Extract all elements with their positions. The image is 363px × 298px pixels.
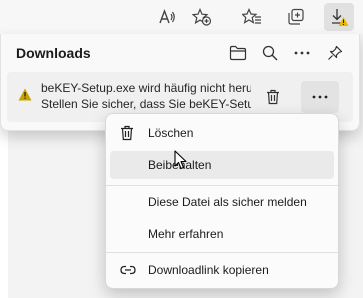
trash-icon bbox=[267, 89, 279, 105]
menu-item-learn-more[interactable]: Mehr erfahren bbox=[110, 220, 334, 248]
trash-icon bbox=[121, 125, 133, 141]
search-downloads-button[interactable] bbox=[255, 40, 285, 66]
browser-toolbar bbox=[0, 0, 363, 34]
download-item-message: beKEY-Setup.exe wird häufig nicht heru S… bbox=[41, 80, 251, 112]
add-favorite-button[interactable] bbox=[187, 3, 217, 31]
more-icon bbox=[312, 95, 328, 99]
favorites-icon bbox=[242, 8, 261, 24]
link-icon bbox=[120, 265, 136, 275]
pin-icon bbox=[328, 45, 343, 60]
folder-icon bbox=[229, 45, 247, 61]
collections-button[interactable] bbox=[281, 3, 311, 31]
menu-item-report-safe[interactable]: Diese Datei als sicher melden bbox=[110, 188, 334, 216]
panel-title: Downloads bbox=[16, 45, 91, 61]
downloads-button[interactable] bbox=[324, 3, 354, 31]
add-favorite-icon bbox=[192, 8, 212, 26]
read-aloud-icon bbox=[159, 9, 175, 24]
menu-item-label: Mehr erfahren bbox=[148, 227, 224, 241]
mouse-cursor-icon bbox=[174, 150, 187, 170]
search-icon bbox=[262, 45, 278, 61]
download-item-line1: beKEY-Setup.exe wird häufig nicht heru bbox=[41, 81, 251, 95]
menu-item-keep[interactable]: Beibehalten bbox=[110, 151, 334, 179]
read-aloud-button[interactable] bbox=[152, 3, 182, 31]
downloads-warning-icon bbox=[332, 9, 349, 26]
menu-item-delete[interactable]: Löschen bbox=[110, 119, 334, 147]
collections-icon bbox=[288, 8, 304, 25]
warning-icon bbox=[18, 88, 32, 101]
menu-divider bbox=[106, 252, 338, 253]
download-item-line2: Stellen Sie sicher, dass Sie beKEY-Setup bbox=[41, 97, 251, 111]
menu-item-label: Downloadlink kopieren bbox=[148, 263, 269, 277]
menu-item-copy-link[interactable]: Downloadlink kopieren bbox=[110, 256, 334, 284]
pin-button[interactable] bbox=[320, 40, 350, 66]
favorites-button[interactable] bbox=[237, 3, 267, 31]
item-more-button[interactable] bbox=[301, 81, 339, 113]
more-options-button[interactable] bbox=[287, 40, 317, 66]
more-icon bbox=[294, 51, 310, 55]
delete-button[interactable] bbox=[260, 84, 286, 110]
menu-divider bbox=[106, 185, 338, 186]
context-menu: Löschen Beibehalten Diese Datei als sich… bbox=[105, 113, 339, 289]
menu-item-label: Löschen bbox=[148, 126, 194, 140]
open-folder-button[interactable] bbox=[223, 40, 253, 66]
menu-item-label: Diese Datei als sicher melden bbox=[148, 195, 307, 209]
